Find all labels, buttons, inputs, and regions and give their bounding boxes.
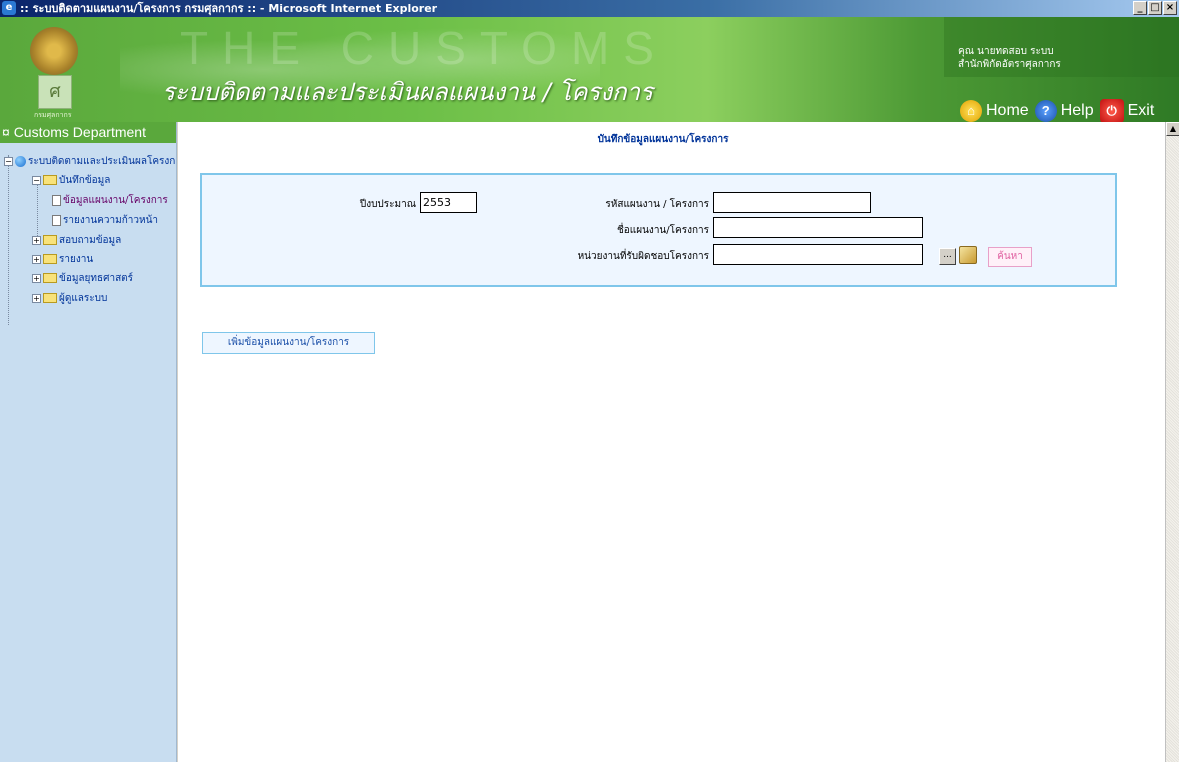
browse-button[interactable]: ... (939, 248, 956, 265)
tree-item-plan-data[interactable]: ข้อมูลแผนงาน/โครงการ (52, 193, 168, 207)
tree-item-label: ข้อมูลยุทธศาสตร์ (59, 272, 134, 284)
sidebar-heading-label: Customs Department (13, 124, 146, 140)
sidebar-heading: ¤ Customs Department (0, 122, 176, 143)
home-label: Home (986, 102, 1029, 119)
window-controls: _ □ × (1133, 1, 1177, 16)
browser-window: e :: ระบบติดตามแผนงาน/โครงการ กรมศุลกากร… (0, 0, 1179, 762)
tree-item-label: ผู้ดูแลระบบ (59, 292, 108, 304)
tree-item-record[interactable]: − บันทึกข้อมูล (32, 173, 110, 187)
header-nav: ⌂ Home ? Help ⏻ Exit (960, 99, 1154, 122)
fiscal-year-label: ปีงบประมาณ (359, 199, 416, 210)
add-plan-button[interactable]: เพิ่มข้อมูลแผนงาน/โครงการ (202, 332, 375, 354)
logo-caption: กรมศุลกากร (34, 111, 72, 119)
expand-icon[interactable]: + (32, 235, 41, 245)
header-banner: THE CUSTOMS ศ กรมศุลกากร ระบบติดตามและปร… (0, 17, 1179, 122)
responsible-unit-input[interactable] (713, 244, 923, 265)
exit-link[interactable]: ⏻ Exit (1099, 99, 1155, 122)
search-button[interactable]: ค้นหา (988, 247, 1032, 267)
tree-item-progress-report[interactable]: รายงานความก้าวหน้า (52, 213, 158, 227)
tree-item-label: ข้อมูลแผนงาน/โครงการ (63, 194, 168, 206)
tree-item-label: รายงานความก้าวหน้า (63, 214, 159, 226)
sidebar: ¤ Customs Department − ระบบติดตามและประเ… (0, 122, 177, 762)
main-content: บันทึกข้อมูลแผนงาน/โครงการ ปีงบประมาณ 25… (178, 122, 1165, 762)
tree-item-label: รายงาน (59, 253, 94, 265)
tree-item-label: บันทึกข้อมูล (59, 174, 111, 186)
scroll-up-icon[interactable]: ▲ (1166, 122, 1179, 136)
home-link[interactable]: ⌂ Home (960, 100, 1029, 122)
tree-item-label: ระบบติดตามและประเมินผลโครงการ (28, 155, 177, 167)
user-organization: สำนักพิกัดอัตราศุลกากร (958, 59, 1061, 70)
plan-code-label: รหัสแผนงาน / โครงการ (605, 199, 709, 210)
exit-label: Exit (1127, 102, 1155, 119)
eraser-icon[interactable] (959, 246, 977, 264)
tree-item-strategy[interactable]: + ข้อมูลยุทธศาสตร์ (32, 271, 133, 285)
expand-icon[interactable]: + (32, 293, 41, 303)
minimize-button[interactable]: _ (1133, 1, 1147, 15)
tree-item-label: สอบถามข้อมูล (59, 234, 122, 246)
title-bar: e :: ระบบติดตามแผนงาน/โครงการ กรมศุลกากร… (0, 0, 1179, 17)
customs-logo: ศ กรมศุลกากร (28, 27, 80, 119)
tree-item-query[interactable]: + สอบถามข้อมูล (32, 233, 121, 247)
globe-icon (15, 155, 26, 167)
seal-icon (30, 27, 78, 75)
collapse-icon[interactable]: − (4, 156, 13, 166)
home-icon: ⌂ (960, 100, 982, 122)
collapse-icon[interactable]: − (32, 175, 41, 185)
vertical-scrollbar[interactable]: ▲ (1165, 122, 1179, 762)
pin-icon: ¤ (2, 124, 14, 140)
document-icon (52, 214, 61, 226)
expand-icon[interactable]: + (32, 254, 41, 264)
expand-icon[interactable]: + (32, 273, 41, 283)
power-icon: ⏻ (1099, 99, 1124, 122)
folder-icon (43, 273, 57, 283)
maximize-button[interactable]: □ (1148, 1, 1162, 15)
help-label: Help (1060, 102, 1094, 119)
responsible-unit-label: หน่วยงานที่รับผิดชอบโครงการ (577, 251, 709, 262)
tree-item-root[interactable]: − ระบบติดตามและประเมินผลโครงการ (4, 154, 177, 168)
plan-name-label: ชื่อแผนงาน/โครงการ (617, 225, 709, 236)
app-title: ระบบติดตามและประเมินผลแผนงาน / โครงการ (162, 78, 653, 106)
page-title: บันทึกข้อมูลแผนงาน/โครงการ (597, 134, 729, 145)
ie-icon: e (2, 1, 16, 15)
plan-name-input[interactable] (713, 217, 923, 238)
folder-icon (43, 235, 57, 245)
tree-connector (8, 155, 9, 325)
plan-code-input[interactable] (713, 192, 871, 213)
folder-icon (43, 254, 57, 264)
window-title: :: ระบบติดตามแผนงาน/โครงการ กรมศุลกากร :… (20, 2, 438, 15)
document-icon (52, 194, 61, 206)
folder-icon (43, 293, 57, 303)
logo-emblem-icon: ศ (38, 75, 72, 109)
help-link[interactable]: ? Help (1034, 100, 1094, 122)
folder-icon (43, 175, 57, 185)
help-icon: ? (1034, 100, 1057, 122)
tree-item-report[interactable]: + รายงาน (32, 252, 93, 266)
close-button[interactable]: × (1163, 1, 1177, 15)
fiscal-year-input[interactable]: 2553 (420, 192, 477, 213)
search-panel: ปีงบประมาณ 2553 รหัสแผนงาน / โครงการ ชื่… (200, 173, 1117, 287)
header-watermark: THE CUSTOMS (180, 22, 668, 74)
tree-item-admin[interactable]: + ผู้ดูแลระบบ (32, 291, 107, 305)
